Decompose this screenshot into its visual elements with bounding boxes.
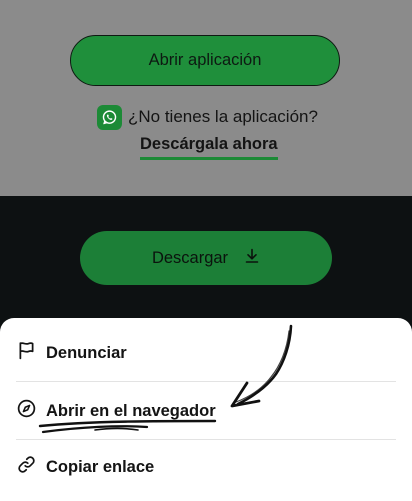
compass-icon [16,398,37,424]
open-app-label: Abrir aplicación [148,51,262,69]
download-icon [244,248,260,269]
sheet-item-open-in-browser[interactable]: Abrir en el navegador [16,389,396,433]
sheet-item-label: Abrir en el navegador [46,401,216,420]
no-app-row: ¿No tienes la aplicación? [97,104,318,130]
download-button[interactable]: Descargar [80,231,332,285]
divider [16,439,396,440]
bottom-sheet: Denunciar Abrir en el navegador Copiar e… [0,318,412,501]
whatsapp-icon [97,104,122,130]
sheet-item-copy-link[interactable]: Copiar enlace [16,445,396,489]
screen: Abrir aplicación ¿No tienes la aplicació… [0,0,412,501]
download-now-link[interactable]: Descárgala ahora [140,135,278,160]
download-label: Descargar [151,248,229,267]
flag-icon [16,340,37,366]
open-app-button[interactable]: Abrir aplicación [70,35,340,86]
link-icon [16,454,37,480]
no-app-text: ¿No tienes la aplicación? [128,107,318,126]
divider [16,381,396,382]
sheet-item-label: Denunciar [46,343,127,362]
dimmed-page-area [0,0,412,196]
sheet-item-report[interactable]: Denunciar [16,331,396,375]
sheet-item-label: Copiar enlace [46,457,155,476]
